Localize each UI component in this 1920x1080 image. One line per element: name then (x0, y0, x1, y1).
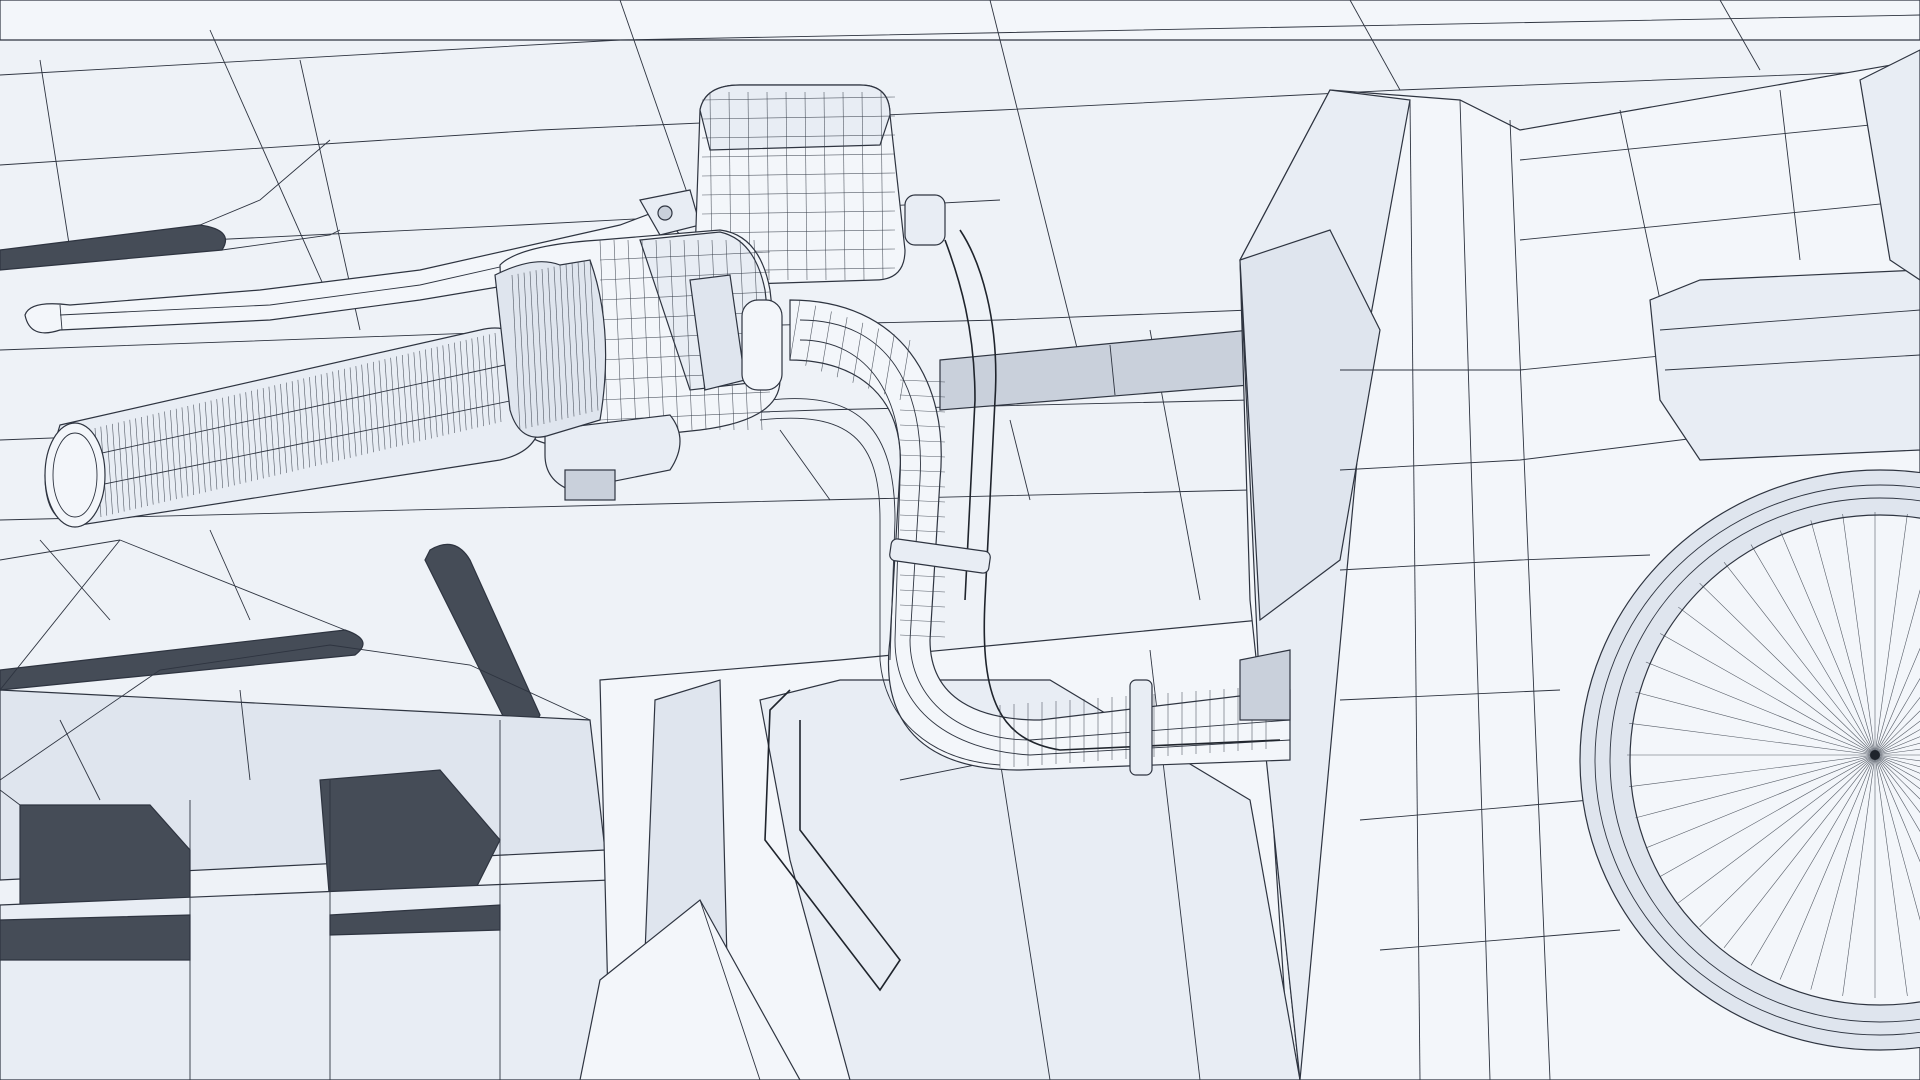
wireframe-render-viewport (0, 0, 1920, 1080)
wireframe-scene (0, 0, 1920, 1080)
